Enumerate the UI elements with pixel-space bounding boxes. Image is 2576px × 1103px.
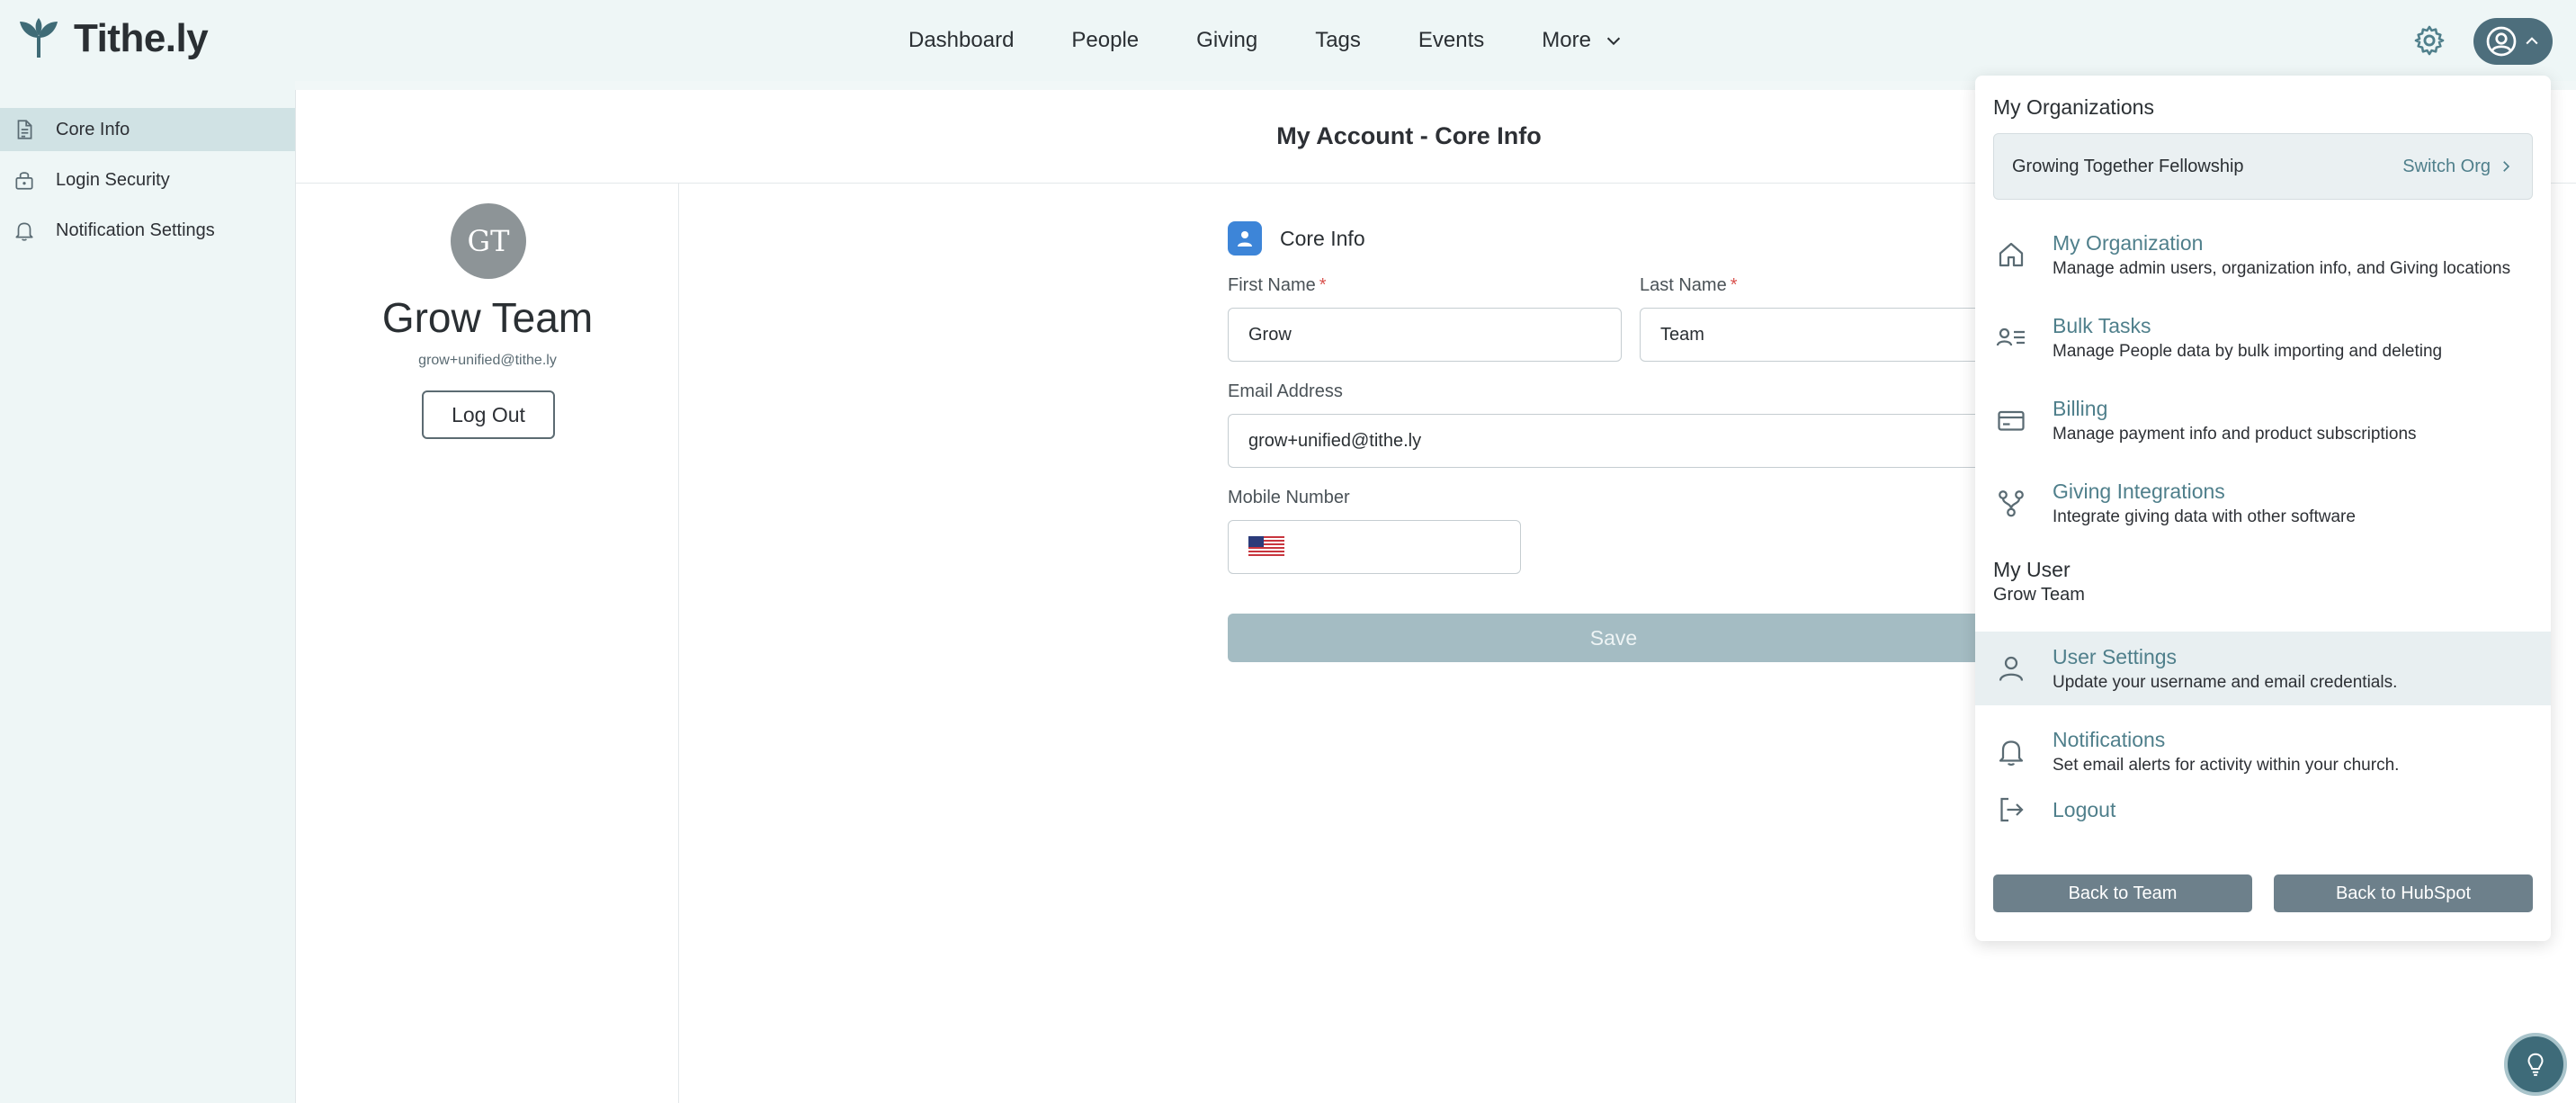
bell-icon (15, 222, 33, 241)
nav-dashboard[interactable]: Dashboard (908, 28, 1014, 53)
menu-item-my-organization[interactable]: My Organization Manage admin users, orga… (1975, 218, 2551, 291)
user-menu-button[interactable] (2473, 18, 2553, 65)
sidebar-item-login-security[interactable]: Login Security (0, 158, 295, 202)
menu-item-text: User Settings Update your username and e… (2053, 645, 2397, 693)
logout-icon (2000, 797, 2024, 822)
nav-events[interactable]: Events (1418, 28, 1484, 53)
core-info-badge (1228, 221, 1262, 256)
sidebar-item-label: Login Security (56, 169, 170, 190)
sidebar-item-core-info[interactable]: Core Info (0, 108, 295, 151)
logo-text: Tithe.ly (74, 16, 209, 60)
menu-item-subtitle: Manage admin users, organization info, a… (2053, 258, 2511, 278)
integration-icon (1999, 490, 2024, 517)
chevron-down-icon (1606, 37, 1621, 46)
menu-item-title: Notifications (2053, 727, 2166, 751)
menu-item-text: Logout (2053, 798, 2115, 822)
current-user-name: Grow Team (1993, 585, 2085, 605)
bell-icon (1999, 740, 2024, 767)
menu-item-giving-integrations[interactable]: Giving Integrations Integrate giving dat… (1975, 466, 2551, 540)
menu-item-title: My Organization (2053, 230, 2204, 255)
first-name-field[interactable]: Grow (1228, 308, 1622, 362)
menu-item-subtitle: Set email alerts for activity within you… (2053, 755, 2400, 775)
account-dropdown-menu: My Organizations Growing Together Fellow… (1975, 76, 2551, 941)
sidebar-item-label: Notification Settings (56, 220, 215, 240)
menu-item-bulk-tasks[interactable]: Bulk Tasks Manage People data by bulk im… (1975, 300, 2551, 374)
form-section-header: Core Info (1228, 221, 1365, 256)
menu-item-text: Notifications Set email alerts for activ… (2053, 728, 2399, 776)
save-button[interactable]: Save (1228, 614, 1999, 662)
menu-item-text: Giving Integrations Integrate giving dat… (2053, 480, 2356, 527)
back-to-hubspot-button[interactable]: Back to HubSpot (2274, 874, 2533, 912)
nav-more-label: More (1542, 28, 1591, 52)
form-section-title: Core Info (1280, 226, 1365, 250)
mobile-field[interactable] (1228, 520, 1521, 574)
chevron-right-icon (2503, 161, 2510, 172)
required-mark: * (1319, 275, 1327, 295)
menu-item-title: Giving Integrations (2053, 479, 2225, 503)
menu-item-title: Bulk Tasks (2053, 313, 2151, 337)
back-to-team-button[interactable]: Back to Team (1993, 874, 2252, 912)
switch-org-link[interactable]: Switch Org (2402, 157, 2514, 177)
main-nav: Dashboard People Giving Tags Events More (908, 0, 1681, 81)
menu-item-logout[interactable]: Logout (1975, 783, 2551, 837)
lock-icon (15, 172, 33, 190)
menu-item-billing[interactable]: Billing Manage payment info and product … (1975, 383, 2551, 457)
logo[interactable]: Tithe.ly (16, 16, 209, 61)
leaf-logo-icon (20, 18, 58, 58)
menu-item-subtitle: Manage payment info and product subscrip… (2053, 424, 2417, 444)
last-name-field[interactable]: Team (1640, 308, 1999, 362)
menu-item-title: Billing (2053, 396, 2108, 420)
user-list-icon (1996, 327, 2025, 346)
menu-item-subtitle: Manage People data by bulk importing and… (2053, 341, 2443, 361)
org-name: Growing Together Fellowship (2012, 156, 2244, 176)
user-icon (1999, 656, 2024, 681)
email-label: Email Address (1228, 381, 1343, 401)
last-name-label: Last Name * (1640, 275, 1738, 296)
menu-item-subtitle: Integrate giving data with other softwar… (2053, 507, 2356, 526)
us-flag-icon[interactable] (1248, 536, 1284, 558)
menu-item-text: My Organization Manage admin users, orga… (2053, 231, 2510, 279)
nav-giving[interactable]: Giving (1196, 28, 1257, 53)
help-button[interactable] (2504, 1033, 2567, 1096)
menu-item-user-settings[interactable]: User Settings Update your username and e… (1975, 632, 2551, 705)
person-icon (1238, 231, 1252, 247)
menu-item-title: User Settings (2053, 644, 2178, 668)
menu-item-text: Bulk Tasks Manage People data by bulk im… (2053, 314, 2442, 362)
first-name-label-text: First Name (1228, 275, 1316, 295)
chevron-up-icon (2526, 37, 2538, 45)
user-circle-icon (2486, 26, 2517, 57)
credit-card-icon (1998, 410, 2025, 431)
mobile-label: Mobile Number (1228, 488, 1350, 507)
current-org: Growing Together Fellowship Switch Org (1993, 133, 2533, 200)
switch-org-label: Switch Org (2402, 156, 2491, 176)
first-name-label: First Name * (1228, 275, 1327, 296)
my-organizations-heading: My Organizations (1993, 95, 2154, 119)
sidebar-item-notification-settings[interactable]: Notification Settings (0, 209, 295, 252)
my-user-heading: My User (1993, 558, 2071, 581)
nav-people[interactable]: People (1071, 28, 1139, 53)
email-field[interactable]: grow+unified@tithe.ly (1228, 414, 1999, 468)
menu-item-subtitle: Update your username and email credentia… (2053, 672, 2398, 692)
nav-tags[interactable]: Tags (1315, 28, 1361, 53)
lightbulb-icon (2527, 1053, 2544, 1076)
document-icon (17, 120, 32, 139)
sidebar: Core Info Login Security Notification Se… (0, 81, 295, 1103)
required-mark: * (1730, 275, 1738, 295)
gear-icon[interactable] (2412, 23, 2446, 58)
sidebar-item-label: Core Info (56, 119, 130, 139)
nav-more[interactable]: More (1542, 28, 1623, 53)
home-icon (1999, 242, 2024, 267)
top-bar: Tithe.ly Dashboard People Giving Tags Ev… (0, 0, 2576, 81)
menu-item-title: Logout (2053, 797, 2116, 821)
menu-item-notifications[interactable]: Notifications Set email alerts for activ… (1975, 714, 2551, 788)
menu-item-text: Billing Manage payment info and product … (2053, 397, 2417, 444)
last-name-label-text: Last Name (1640, 275, 1727, 295)
